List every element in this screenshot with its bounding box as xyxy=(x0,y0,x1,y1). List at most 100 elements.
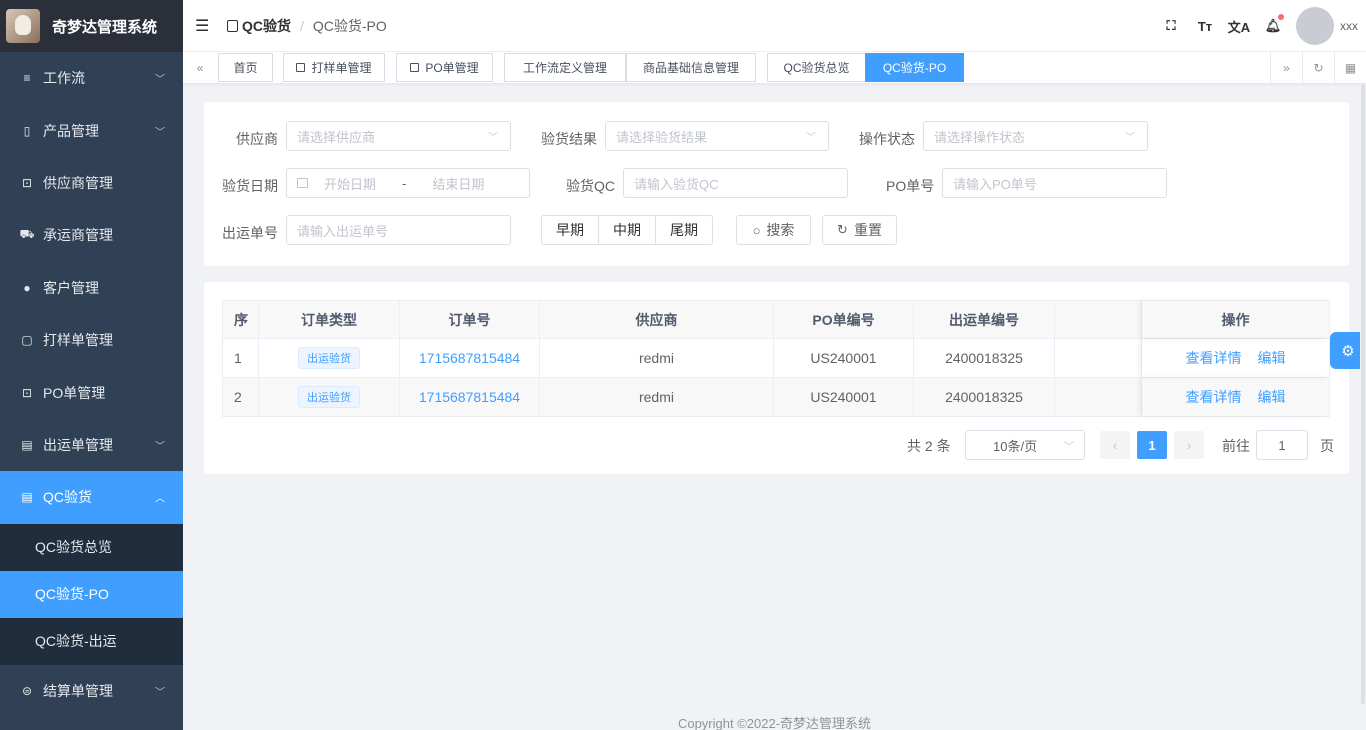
ship-input[interactable]: 请输入出运单号 xyxy=(286,215,511,245)
sidebar-subitem-qc-overview[interactable]: QC验货总览 xyxy=(0,523,183,571)
cell-po-no: US240001 xyxy=(774,378,914,416)
sample-icon: ▢ xyxy=(21,333,33,348)
tag-qc-overview[interactable]: QC验货总览 xyxy=(767,53,866,82)
sidebar-subitem-label: QC验货-出运 xyxy=(35,633,117,650)
app-title: 奇梦达管理系统 xyxy=(52,18,158,36)
scrollbar[interactable] xyxy=(1360,84,1366,730)
result-select[interactable]: 请选择验货结果 ﹀ xyxy=(605,121,829,151)
navbar: ☰ QC验货 / QC验货-PO ⛶ Tт 文A 🔔︎ xxx xyxy=(183,0,1366,52)
op-status-placeholder: 请选择操作状态 xyxy=(934,129,1026,145)
tag-product-info[interactable]: 商品基础信息管理 xyxy=(626,53,756,82)
page-suffix-label: 页 xyxy=(1320,438,1334,454)
col-blank xyxy=(1055,301,1142,338)
view-detail-link[interactable]: 查看详情 xyxy=(1186,387,1242,407)
tag-qc-po[interactable]: QC验货-PO xyxy=(865,53,964,82)
tags-scroll-left-icon[interactable]: « xyxy=(189,52,211,83)
tag-po[interactable]: PO单管理 xyxy=(396,53,493,82)
tag-home[interactable]: 首页 xyxy=(218,53,273,82)
sidebar-subitem-label: QC验货总览 xyxy=(35,539,112,556)
tag-label: PO单管理 xyxy=(425,61,479,75)
search-button[interactable]: ○ 搜索 xyxy=(736,215,811,245)
sidebar-item-label: 出运单管理 xyxy=(43,436,113,453)
page-size-value: 10条/页 xyxy=(993,438,1038,454)
tags-view: « 首页 打样单管理 PO单管理 工作流定义管理 商品基础信息管理 QC验货总览… xyxy=(183,52,1366,84)
footer-copyright: Copyright ©2022-奇梦达管理系统 xyxy=(677,716,872,730)
document-icon xyxy=(227,19,238,32)
fullscreen-icon[interactable]: ⛶ xyxy=(1154,18,1188,34)
workflow-icon: ≡ xyxy=(23,71,31,86)
qc-table: 序 订单类型 订单号 供应商 PO单编号 出运单编号 操作 1 出运验货 171… xyxy=(222,300,1330,417)
chevron-down-icon: ﹀ xyxy=(155,687,165,699)
goto-page-input[interactable]: 1 xyxy=(1256,430,1308,460)
refresh-icon[interactable]: ↻ xyxy=(1302,52,1334,83)
tag-label: 打样单管理 xyxy=(311,61,372,75)
page-number-current[interactable]: 1 xyxy=(1137,431,1167,459)
sidebar-subitem-qc-po[interactable]: QC验货-PO xyxy=(0,570,183,618)
logo[interactable]: 奇梦达管理系统 xyxy=(0,0,183,52)
date-range-picker[interactable]: 开始日期 - 结束日期 xyxy=(286,168,530,198)
tag-samples[interactable]: 打样单管理 xyxy=(283,53,385,82)
sidebar-item-settlements[interactable]: ⊜ 结算单管理 ﹀ xyxy=(0,665,183,717)
op-status-select[interactable]: 请选择操作状态 ﹀ xyxy=(923,121,1148,151)
sidebar-subitem-qc-shipment[interactable]: QC验货-出运 xyxy=(0,617,183,665)
sidebar-item-carriers[interactable]: ⛟ 承运商管理 xyxy=(0,209,183,261)
sidebar-item-samples[interactable]: ▢ 打样单管理 xyxy=(0,314,183,366)
sidebar-item-label: QC验货 xyxy=(43,489,92,506)
truck-icon: ⛟ xyxy=(19,227,35,242)
supplier-select[interactable]: 请选择供应商 ﹀ xyxy=(286,121,511,151)
order-no-link[interactable]: 1715687815484 xyxy=(400,378,540,416)
order-no-link[interactable]: 1715687815484 xyxy=(400,339,540,377)
phase-mid-button[interactable]: 中期 xyxy=(599,216,656,244)
po-input[interactable]: 请输入PO单号 xyxy=(942,168,1167,198)
document-icon: ▤ xyxy=(21,490,33,505)
chevron-down-icon: ﹀ xyxy=(1125,132,1135,144)
translate-icon[interactable]: 文A xyxy=(1222,17,1256,36)
sidebar-item-qc[interactable]: ▤ QC验货 ︿ xyxy=(0,471,183,524)
qc-input[interactable]: 请输入验货QC xyxy=(623,168,848,198)
breadcrumb-separator: / xyxy=(300,17,304,34)
sidebar-item-shipments[interactable]: ▤ 出运单管理 ﹀ xyxy=(0,419,183,471)
sidebar-item-suppliers[interactable]: ⊡ 供应商管理 xyxy=(0,157,183,209)
tag-workflow-definition[interactable]: 工作流定义管理 xyxy=(504,53,626,82)
cell-order-type: 出运验货 xyxy=(259,339,400,377)
qc-label: 验货QC xyxy=(566,178,615,194)
font-size-icon[interactable]: Tт xyxy=(1188,19,1222,34)
bell-icon[interactable]: 🔔︎ xyxy=(1256,14,1290,34)
sidebar-item-label: 承运商管理 xyxy=(43,227,113,244)
breadcrumb-parent[interactable]: QC验货 xyxy=(242,16,291,36)
user-name[interactable]: xxx xyxy=(1340,19,1360,33)
view-detail-link[interactable]: 查看详情 xyxy=(1186,348,1242,368)
sidebar-item-customers[interactable]: ● 客户管理 xyxy=(0,262,183,314)
sidebar-item-workflow[interactable]: ≡ 工作流 ﹀ xyxy=(0,52,183,104)
avatar[interactable] xyxy=(1296,7,1334,45)
date-start: 开始日期 xyxy=(324,176,377,192)
col-supplier: 供应商 xyxy=(540,301,774,338)
user-icon: ● xyxy=(23,280,31,295)
sidebar-item-products[interactable]: ▯ 产品管理 ﹀ xyxy=(0,104,183,156)
next-page-button[interactable]: › xyxy=(1174,431,1204,459)
grid-icon[interactable]: ▦ xyxy=(1334,52,1366,83)
sidebar-item-po[interactable]: ⊡ PO单管理 xyxy=(0,366,183,418)
page-size-select[interactable]: 10条/页 ﹀ xyxy=(965,430,1085,460)
sidebar-item-label: 工作流 xyxy=(43,70,85,87)
edit-link[interactable]: 编辑 xyxy=(1258,348,1286,368)
cell-supplier: redmi xyxy=(540,339,774,377)
phase-early-button[interactable]: 早期 xyxy=(542,216,599,244)
result-label: 验货结果 xyxy=(541,131,597,147)
order-type-tag: 出运验货 xyxy=(298,386,360,408)
scrollbar-thumb[interactable] xyxy=(1361,84,1365,704)
edit-link[interactable]: 编辑 xyxy=(1258,387,1286,407)
cell-actions: 查看详情 编辑 xyxy=(1142,339,1330,377)
tags-scroll-right-icon[interactable]: » xyxy=(1270,52,1302,83)
product-icon: ▯ xyxy=(23,123,31,138)
reset-button[interactable]: ↻ 重置 xyxy=(822,215,897,245)
prev-page-button[interactable]: ‹ xyxy=(1100,431,1130,459)
sidebar-item-label: 结算单管理 xyxy=(43,682,113,699)
phase-final-button[interactable]: 尾期 xyxy=(656,216,712,244)
hamburger-icon[interactable]: ☰ xyxy=(195,16,209,36)
phase-button-group: 早期 中期 尾期 xyxy=(541,215,713,245)
cell-po-no: US240001 xyxy=(774,339,914,377)
op-status-label: 操作状态 xyxy=(859,131,915,147)
tag-label: QC验货总览 xyxy=(783,61,850,75)
chevron-down-icon: ﹀ xyxy=(1064,441,1074,453)
